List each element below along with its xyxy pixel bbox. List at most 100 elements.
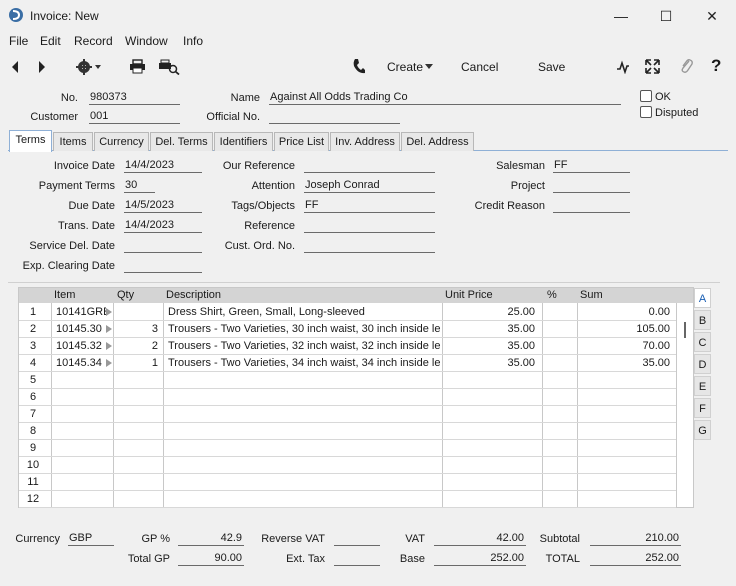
previous-record-icon[interactable] <box>10 60 20 74</box>
cell-item[interactable]: 10145.30 <box>56 321 106 338</box>
cell-qty[interactable]: 1 <box>116 355 158 372</box>
cell-qty[interactable] <box>116 304 158 321</box>
menu-edit[interactable]: Edit <box>40 34 61 48</box>
item-lookup-arrow-icon[interactable] <box>106 359 112 367</box>
no-field[interactable]: 980373 <box>89 90 180 105</box>
cell-qty[interactable] <box>116 406 158 423</box>
cell-price[interactable]: 35.00 <box>444 321 535 338</box>
cell-item[interactable] <box>56 474 106 491</box>
close-button[interactable]: ✕ <box>697 5 727 27</box>
cell-price[interactable] <box>444 474 535 491</box>
cell-price[interactable] <box>444 423 535 440</box>
phone-icon[interactable] <box>352 58 366 75</box>
cell-pct[interactable] <box>544 338 574 355</box>
menu-window[interactable]: Window <box>125 34 168 48</box>
cell-qty[interactable] <box>116 491 158 508</box>
attachment-paperclip-icon[interactable] <box>680 58 694 75</box>
cell-desc[interactable] <box>168 474 441 491</box>
cell-pct[interactable] <box>544 304 574 321</box>
cell-sum[interactable] <box>579 491 670 508</box>
settings-gear-icon[interactable] <box>76 58 104 76</box>
attention-field[interactable]: Joseph Conrad <box>304 178 435 193</box>
create-button[interactable]: Create <box>387 60 423 74</box>
cell-item[interactable]: 10145.34 <box>56 355 106 372</box>
minimize-button[interactable]: — <box>606 5 636 27</box>
cell-desc[interactable] <box>168 406 441 423</box>
cell-item[interactable] <box>56 406 106 423</box>
tab-items[interactable]: Items <box>53 132 93 151</box>
trans-date-field[interactable]: 14/4/2023 <box>124 218 202 233</box>
name-field[interactable]: Against All Odds Trading Co <box>269 90 621 105</box>
cell-pct[interactable] <box>544 321 574 338</box>
side-tab-c[interactable]: C <box>694 332 711 352</box>
payment-terms-field[interactable]: 30 <box>124 178 155 193</box>
menu-file[interactable]: File <box>9 34 28 48</box>
cell-qty[interactable] <box>116 389 158 406</box>
cancel-button[interactable]: Cancel <box>461 60 498 74</box>
cell-qty[interactable] <box>116 457 158 474</box>
cell-price[interactable]: 35.00 <box>444 355 535 372</box>
tab-currency[interactable]: Currency <box>94 132 149 151</box>
maximize-button[interactable]: ☐ <box>651 5 681 27</box>
cell-sum[interactable] <box>579 406 670 423</box>
cell-price[interactable] <box>444 389 535 406</box>
credit-reason-field[interactable] <box>553 198 630 213</box>
exp-clearing-date-field[interactable] <box>124 258 202 273</box>
cell-sum[interactable] <box>579 474 670 491</box>
cell-sum[interactable]: 70.00 <box>579 338 670 355</box>
official-no-field[interactable] <box>269 109 400 124</box>
cell-item[interactable] <box>56 457 106 474</box>
cell-item[interactable] <box>56 440 106 457</box>
item-lookup-arrow-icon[interactable] <box>106 342 112 350</box>
cell-qty[interactable] <box>116 372 158 389</box>
cell-desc[interactable] <box>168 423 441 440</box>
cell-price[interactable] <box>444 491 535 508</box>
menu-record[interactable]: Record <box>74 34 113 48</box>
side-tab-g[interactable]: G <box>694 420 711 440</box>
cell-desc[interactable] <box>168 457 441 474</box>
cell-pct[interactable] <box>544 423 574 440</box>
cell-desc[interactable]: Trousers - Two Varieties, 30 inch waist,… <box>168 321 441 338</box>
cust-ord-no-field[interactable] <box>304 238 435 253</box>
cell-price[interactable] <box>444 372 535 389</box>
due-date-field[interactable]: 14/5/2023 <box>124 198 202 213</box>
cell-desc[interactable] <box>168 491 441 508</box>
help-button[interactable]: ? <box>711 56 721 76</box>
col-header-item[interactable]: Item <box>54 289 75 301</box>
invoice-date-field[interactable]: 14/4/2023 <box>124 158 202 173</box>
cell-desc[interactable]: Trousers - Two Varieties, 32 inch waist,… <box>168 338 441 355</box>
cell-sum[interactable] <box>579 457 670 474</box>
cell-desc[interactable] <box>168 389 441 406</box>
cell-pct[interactable] <box>544 491 574 508</box>
cell-price[interactable] <box>444 440 535 457</box>
side-tab-a[interactable]: A <box>694 288 711 308</box>
cell-pct[interactable] <box>544 389 574 406</box>
side-tab-d[interactable]: D <box>694 354 711 374</box>
customer-field[interactable]: 001 <box>89 109 180 124</box>
tab-terms[interactable]: Terms <box>9 130 52 152</box>
tab-del-address[interactable]: Del. Address <box>401 132 474 151</box>
print-preview-icon[interactable] <box>158 59 180 75</box>
cell-qty[interactable]: 2 <box>116 338 158 355</box>
reference-field[interactable] <box>304 218 435 233</box>
cell-pct[interactable] <box>544 457 574 474</box>
item-lookup-arrow-icon[interactable] <box>106 325 112 333</box>
col-header-description[interactable]: Description <box>166 289 221 301</box>
cell-price[interactable] <box>444 406 535 423</box>
item-lookup-arrow-icon[interactable] <box>106 308 112 316</box>
next-record-icon[interactable] <box>37 60 47 74</box>
cell-item[interactable]: 10141GRE <box>56 304 106 321</box>
cell-item[interactable] <box>56 389 106 406</box>
cell-pct[interactable] <box>544 406 574 423</box>
cell-item[interactable]: 10145.32 <box>56 338 106 355</box>
tab-price-list[interactable]: Price List <box>274 132 329 151</box>
cell-qty[interactable] <box>116 440 158 457</box>
cell-sum[interactable]: 0.00 <box>579 304 670 321</box>
side-tab-b[interactable]: B <box>694 310 711 330</box>
disputed-checkbox[interactable] <box>640 106 652 118</box>
cell-pct[interactable] <box>544 440 574 457</box>
save-button[interactable]: Save <box>538 60 565 74</box>
cell-sum[interactable] <box>579 389 670 406</box>
cell-desc[interactable]: Trousers - Two Varieties, 34 inch waist,… <box>168 355 441 372</box>
grid-scrollbar-thumb[interactable] <box>684 322 686 338</box>
